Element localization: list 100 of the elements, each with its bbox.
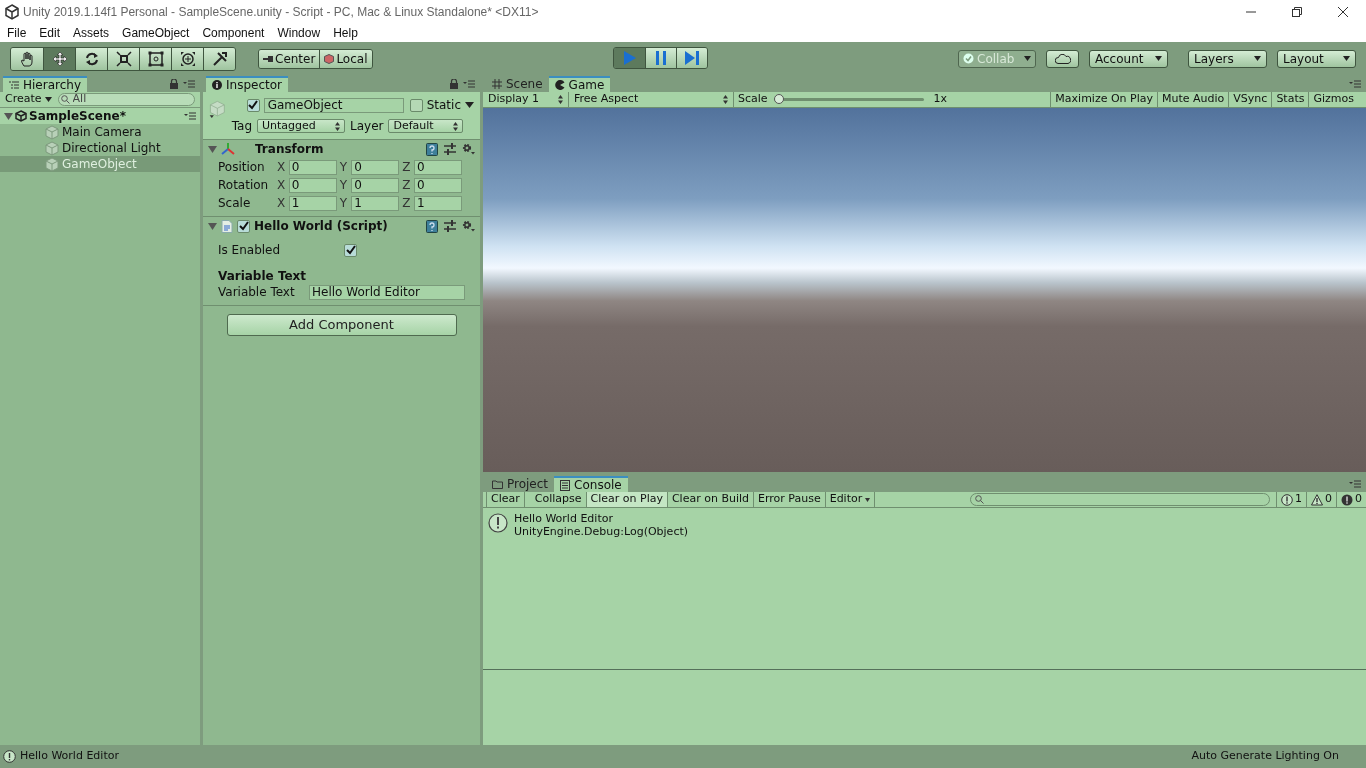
- console-search-field[interactable]: [970, 493, 1270, 506]
- tool-button[interactable]: [75, 47, 107, 70]
- wrench-screwdriver-icon: [211, 50, 228, 67]
- layers-dropdown[interactable]: Layers: [1188, 49, 1267, 68]
- menu-item[interactable]: Window: [277, 24, 321, 42]
- axis-label: Z: [402, 177, 412, 194]
- step-icon: [684, 50, 700, 66]
- panel-tab[interactable]: Inspector: [206, 76, 288, 92]
- tool-button[interactable]: [107, 47, 139, 70]
- tool-button[interactable]: [203, 47, 235, 70]
- console-toolbar-button[interactable]: Clear on Play: [586, 492, 668, 507]
- panel-tab[interactable]: Console: [554, 476, 628, 492]
- log-count-toggle[interactable]: 0: [1306, 492, 1336, 507]
- info-count-icon: [1281, 493, 1293, 506]
- panel-tab[interactable]: Hierarchy: [3, 76, 87, 92]
- layer-dropdown[interactable]: Default: [388, 119, 464, 133]
- search-field[interactable]: All: [57, 93, 195, 106]
- number-field[interactable]: 1: [351, 195, 400, 211]
- number-field[interactable]: 0: [288, 177, 337, 193]
- log-entry[interactable]: Hello World Editor UnityEngine.Debug:Log(Object): [483, 508, 1366, 542]
- pivot-button[interactable]: Local: [319, 49, 372, 68]
- field-label: Position: [218, 159, 266, 176]
- check-circle-icon: [963, 53, 974, 64]
- toggle-checkbox[interactable]: [344, 243, 357, 257]
- number-field[interactable]: 1: [288, 195, 337, 211]
- log-count-toggle[interactable]: 0: [1336, 492, 1366, 507]
- display-dropdown[interactable]: Display 1: [483, 92, 569, 107]
- number-field[interactable]: 0: [288, 159, 337, 175]
- caret-icon: [44, 97, 52, 102]
- menu-item[interactable]: Help: [333, 24, 358, 42]
- number-field[interactable]: 0: [414, 159, 462, 175]
- panel-menu-icon: [1349, 480, 1361, 488]
- play-control-button[interactable]: [645, 48, 676, 68]
- panel-tab[interactable]: Project: [486, 476, 555, 492]
- pivot-button[interactable]: Center: [259, 49, 320, 68]
- console-toolbar-button[interactable]: Clear on Build: [667, 492, 754, 507]
- number-field[interactable]: 0: [414, 177, 462, 193]
- stepper-icon: [453, 121, 459, 131]
- menu-item[interactable]: Assets: [73, 24, 110, 42]
- static-checkbox[interactable]: [409, 98, 423, 112]
- account-dropdown[interactable]: Account: [1089, 49, 1168, 68]
- cube-icon: [45, 124, 59, 140]
- sliders-icon: [444, 143, 456, 155]
- game-view-toggle[interactable]: Stats: [1271, 92, 1309, 107]
- scale-label: Scale: [738, 91, 768, 108]
- info-alert-icon: [488, 513, 508, 533]
- number-field[interactable]: 1: [414, 195, 462, 211]
- hand-icon: [19, 50, 35, 67]
- cloud-button[interactable]: [1046, 49, 1079, 68]
- log-count-toggle[interactable]: 1: [1276, 492, 1306, 507]
- tool-button[interactable]: [171, 47, 203, 70]
- console-toolbar-button[interactable]: Editor: [825, 492, 876, 507]
- play-control-button[interactable]: [676, 48, 707, 68]
- field-label: Rotation: [218, 177, 270, 194]
- scene-name: SampleScene*: [29, 108, 126, 125]
- game-view-toggle[interactable]: VSync: [1228, 92, 1272, 107]
- tag-dropdown[interactable]: Untagged: [257, 119, 345, 133]
- checkmark-icon: [238, 221, 249, 231]
- aspect-dropdown[interactable]: Free Aspect: [569, 92, 734, 107]
- panel-tab[interactable]: Scene: [486, 76, 549, 92]
- layout-dropdown[interactable]: Layout: [1277, 49, 1356, 68]
- menu-item[interactable]: File: [7, 24, 27, 42]
- number-field[interactable]: 0: [351, 177, 400, 193]
- stepper-icon: [558, 95, 563, 104]
- hierarchy-item[interactable]: Directional Light: [0, 140, 200, 156]
- game-view-toggle[interactable]: Maximize On Play: [1050, 92, 1157, 107]
- info-alert-icon: [3, 750, 16, 763]
- add-component-button[interactable]: Add Component: [226, 314, 457, 336]
- panel-menu-icon: [183, 80, 195, 88]
- active-checkbox[interactable]: [246, 98, 260, 112]
- caret-icon: [465, 102, 474, 108]
- text-field[interactable]: Hello World Editor: [309, 284, 465, 300]
- menu-item[interactable]: GameObject: [122, 24, 190, 42]
- game-view-toggle[interactable]: Gizmos: [1308, 92, 1366, 107]
- caret-icon: [1155, 56, 1162, 61]
- tool-button[interactable]: [139, 47, 171, 70]
- console-toolbar-button[interactable]: Collapse: [530, 492, 587, 507]
- tool-button[interactable]: [43, 47, 75, 70]
- menu-item[interactable]: Edit: [39, 24, 61, 42]
- game-view-toggle[interactable]: Mute Audio: [1157, 92, 1229, 107]
- panel-tab[interactable]: Game: [548, 76, 611, 92]
- number-field[interactable]: 0: [351, 159, 400, 175]
- menu-item[interactable]: Component: [202, 24, 265, 42]
- hierarchy-item[interactable]: Main Camera: [0, 124, 200, 140]
- rotate-icon: [83, 50, 100, 67]
- component-enabled-checkbox[interactable]: [237, 219, 250, 233]
- create-dropdown[interactable]: Create: [5, 91, 52, 108]
- axis-label: Z: [402, 159, 412, 176]
- log-message: UnityEngine.Debug:Log(Object): [514, 525, 689, 538]
- close-icon: [1338, 7, 1348, 17]
- slider-thumb[interactable]: [773, 94, 784, 104]
- console-toolbar-button[interactable]: Clear: [486, 492, 525, 507]
- tool-button[interactable]: [11, 47, 43, 70]
- folder-icon: [492, 479, 503, 489]
- name-field[interactable]: GameObject: [263, 97, 404, 113]
- move-arrows-icon: [51, 50, 68, 67]
- warning-icon: [1311, 493, 1323, 506]
- rect-tool-icon: [147, 50, 164, 67]
- help-book-icon: [426, 219, 438, 233]
- console-toolbar-button[interactable]: Error Pause: [754, 492, 826, 507]
